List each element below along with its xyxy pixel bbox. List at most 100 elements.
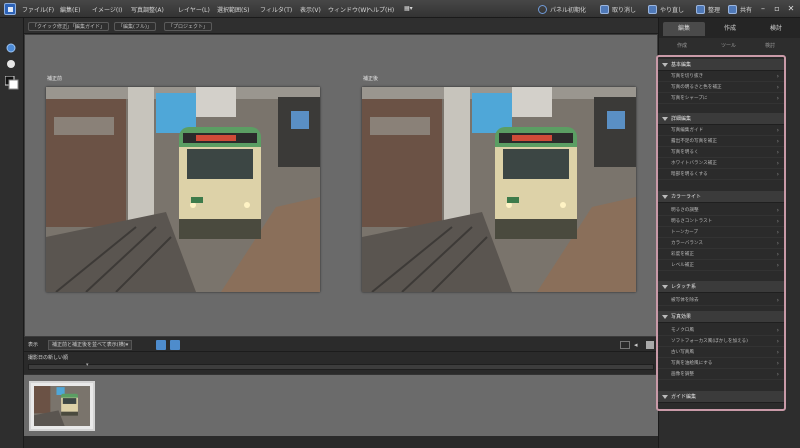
workspace-menu[interactable]: ▦▾ [404,5,413,12]
chevron-right-icon: › [776,127,779,134]
bin-scrollbar[interactable] [28,364,654,370]
list-item[interactable]: レベル補正 › [658,260,784,271]
undo-button[interactable]: 取り消し [600,3,636,15]
subtab-tools[interactable]: ツール [721,42,736,49]
chevron-right-icon: › [776,218,779,225]
sort-select[interactable]: ▾ [86,362,89,368]
color-swatch-icon[interactable] [4,75,19,90]
menu-image[interactable]: イメージ(I) [92,5,122,14]
list-item[interactable]: カラーバランス › [658,238,784,249]
section-title: 基本編集 [671,62,692,68]
chevron-right-icon: › [776,171,779,178]
menu-help[interactable]: ヘルプ(H) [367,5,394,14]
menu-window[interactable]: ウィンドウ(W) [328,5,369,14]
expand-triangle-icon [662,195,668,199]
item-label: 明るさの調整 [671,208,699,213]
tab-project[interactable]: 「プロジェクト」 [164,22,213,31]
after-label: 補正後 [363,76,379,82]
item-label: 写真編集ガイド [671,128,704,133]
list-item[interactable]: 暗部を明るくする › [658,169,784,180]
section-color-light[interactable]: カラーライト [658,191,784,203]
menu-select[interactable]: 選択範囲(S) [217,5,250,14]
chevron-right-icon: › [776,360,779,367]
section-advanced-edit[interactable]: 詳細編集 [658,113,784,125]
redo-button[interactable]: やり直し [648,3,684,15]
menu-filter[interactable]: フィルタ(T) [260,5,292,14]
view-mode-select[interactable]: 補正前と補正後を並べて表示(横)▾ [48,340,133,350]
tab-guided-edit[interactable]: 「編集ガイド」 [66,22,110,31]
section-retouch[interactable]: レタッチ系 [658,281,784,293]
list-item[interactable]: モノクロ風 › [658,325,784,336]
list-item[interactable]: 写真を明るく › [658,147,784,158]
list-item[interactable]: ホワイトバランス補正 › [658,158,784,169]
list-item[interactable]: 画像を調整 › [658,369,784,380]
photo-thumbnail[interactable] [29,381,95,431]
organize-button[interactable]: 整理 [696,3,720,15]
before-label: 補正前 [47,76,63,82]
expand-triangle-icon [662,315,668,319]
section-guided-edit[interactable]: ガイド編集 [658,391,784,403]
chevron-right-icon: › [776,297,779,304]
section-basic-edit[interactable]: 基本編集 [658,59,784,71]
tab-create[interactable]: 作成 [709,22,751,36]
maximize-button[interactable]: ▫ [770,3,784,14]
list-item[interactable]: 写真の明るさと色を補正 › [658,82,784,93]
panel-toggle-icon[interactable] [620,341,630,349]
item-label: トーンカーブ [671,230,699,235]
view-label: 表示 [28,342,39,348]
subtab-create[interactable]: 作成 [677,42,687,49]
tab-edit[interactable]: 編集 [663,22,705,36]
item-label: 画像を調整 [671,372,694,377]
tab-review[interactable]: 検討 [755,22,797,36]
menu-edit[interactable]: 編集(E) [60,5,80,14]
chevron-right-icon: › [776,327,779,334]
tab-full-edit[interactable]: 「編集(フル)」 [114,22,156,31]
item-label: 写真を油絵風にする [671,361,713,366]
menu-enhance[interactable]: 写真調整(A) [131,5,164,14]
list-item[interactable]: 写真編集ガイド › [658,125,784,136]
section-title: 写真効果 [671,314,692,320]
minimize-button[interactable]: – [756,3,770,14]
list-item[interactable]: 写真を油絵風にする › [658,358,784,369]
chevron-right-icon: › [776,138,779,145]
share-button[interactable]: 共有 [728,3,752,15]
chevron-right-icon: › [776,73,779,80]
expand-icon[interactable] [646,341,654,349]
section-photo-effects[interactable]: 写真効果 [658,311,784,323]
item-label: 露出不足の写真を補正 [671,139,717,144]
list-item[interactable]: 露出不足の写真を補正 › [658,136,784,147]
subtab-review[interactable]: 検討 [765,42,775,49]
list-item[interactable]: 古い写真風 › [658,347,784,358]
item-label: 写真を明るく [671,150,699,155]
close-button[interactable]: ✕ [784,3,798,14]
section-title: レタッチ系 [671,284,697,290]
swap-view-icon[interactable] [156,340,166,350]
item-label: 明るさコントラスト [671,219,713,224]
chevron-right-icon: › [776,160,779,167]
item-label: 被写体を除去 [671,298,699,303]
list-item[interactable]: 被写体を除去 › [658,295,784,306]
menu-view[interactable]: 表示(V) [300,5,321,14]
list-item[interactable]: トーンカーブ › [658,227,784,238]
item-label: ソフトフォーカス風(ぼかしを加える) [671,339,748,344]
reset-panels-button[interactable]: パネル初期化 [538,3,586,15]
menu-file[interactable]: ファイル(F) [22,5,54,14]
chevron-right-icon: › [776,251,779,258]
list-item[interactable]: 写真を切り抜き › [658,71,784,82]
list-item[interactable]: 明るさコントラスト › [658,216,784,227]
chevron-right-icon: › [776,338,779,345]
hand-tool-icon[interactable] [5,58,17,70]
list-item[interactable]: ソフトフォーカス風(ぼかしを加える) › [658,336,784,347]
redo-label: やり直し [660,6,685,14]
collapse-icon[interactable]: ◂ [634,341,642,349]
refresh-icon [538,4,547,14]
toolbox [0,18,24,448]
list-item[interactable]: 明るさの調整 › [658,205,784,216]
list-item[interactable]: 彩度を補正 › [658,249,784,260]
chevron-right-icon: › [776,84,779,91]
sync-view-icon[interactable] [170,340,180,350]
mode-tabs-bar: 「クイック修正」 「編集ガイド」 「編集(フル)」 「プロジェクト」 [24,18,658,34]
list-item[interactable]: 写真をシャープに › [658,93,784,104]
menu-layer[interactable]: レイヤー(L) [178,5,210,14]
zoom-tool-icon[interactable] [5,42,17,54]
